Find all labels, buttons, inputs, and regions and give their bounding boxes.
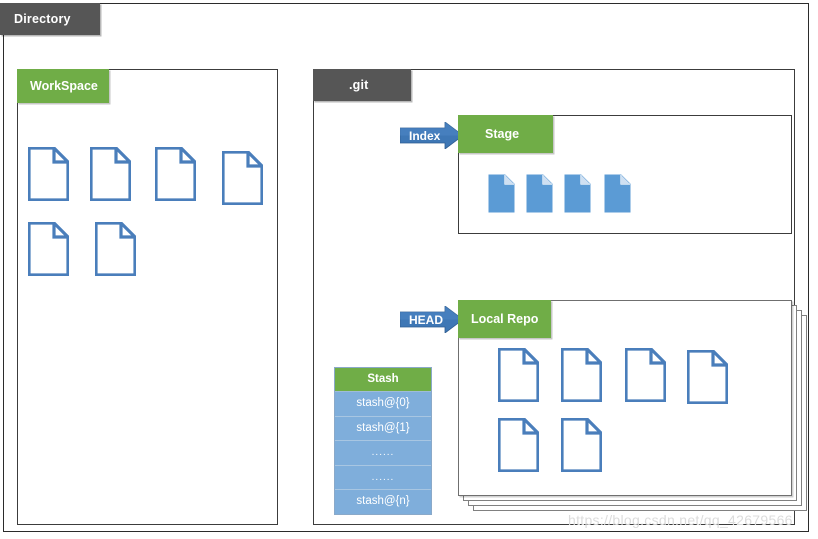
stash-row-2: ...... [335,441,431,466]
workspace-panel [17,69,278,525]
repo-doc-4-icon [687,350,728,404]
workspace-doc-2-icon [90,147,131,201]
repo-doc-6-icon [561,418,602,472]
local-repo-tag: Local Repo [458,300,551,338]
stage-doc-1-icon [488,174,515,213]
stash-row-3: ...... [335,465,431,491]
stash-table-header: Stash [335,368,431,392]
diagram-canvas: Stash stash@{0} stash@{1}............ stas… [0,0,818,539]
head-arrow-shape [400,306,463,333]
repo-doc-2-icon [561,348,602,402]
workspace-doc-3-icon [155,147,196,201]
workspace-tag: WorkSpace [17,69,109,103]
workspace-doc-1-icon [28,147,69,201]
stage-doc-3-icon [564,174,591,213]
git-tag: .git [313,69,411,101]
repo-doc-3-icon [625,348,666,402]
head-arrow: HEAD [400,306,463,333]
workspace-doc-6-icon [95,222,136,276]
stage-doc-4-icon [604,174,631,213]
stash-row-4: stash@{n} [335,490,431,514]
stash-table-body: stash@{0} stash@{1}............ stash@{n} [335,392,431,514]
workspace-doc-4-icon [222,151,263,205]
repo-doc-5-icon [498,418,539,472]
stage-doc-2-icon [526,174,553,213]
directory-tag: Directory [0,3,100,35]
stash-table: Stash stash@{0} stash@{1}............ stas… [334,367,432,515]
index-arrow: Index [400,122,463,149]
stash-row-0: stash@{0} [335,392,431,417]
stage-tag: Stage [458,115,553,153]
workspace-doc-5-icon [28,222,69,276]
index-arrow-shape [400,122,463,149]
repo-doc-1-icon [498,348,539,402]
stash-row-1: stash@{1} [335,416,431,442]
